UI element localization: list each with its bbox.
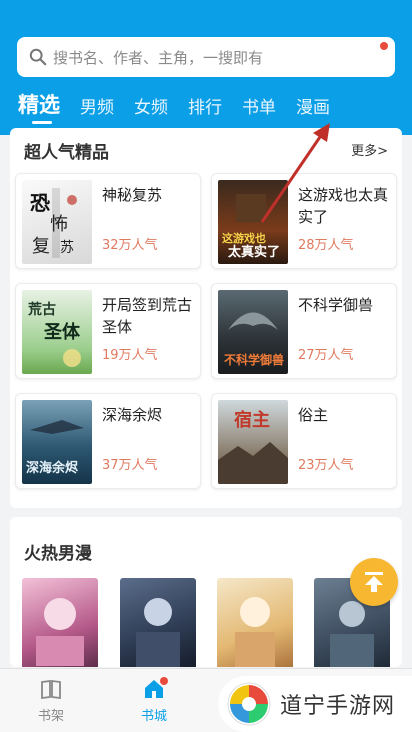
book-popularity: 37万人气 (102, 458, 158, 473)
book-cover: 宿主 (218, 400, 288, 484)
book-popularity: 32万人气 (102, 238, 158, 253)
book-icon (41, 679, 61, 700)
svg-text:宿主: 宿主 (234, 409, 270, 431)
svg-text:恐: 恐 (30, 191, 50, 215)
book-title: 深海余烬 (102, 406, 163, 424)
notification-dot (380, 42, 388, 50)
book-title: 俗主 (298, 406, 329, 424)
book-cover: 这游戏也 太真实了 (218, 180, 288, 264)
nav-label: 书架 (37, 709, 64, 724)
tab-featured[interactable]: 精选 (18, 92, 60, 124)
book-popularity: 28万人气 (298, 238, 354, 253)
svg-text:苏: 苏 (60, 240, 74, 256)
search-placeholder: 搜书名、作者、主角，一搜即有 (53, 48, 264, 67)
nav-label: 书城 (140, 709, 167, 724)
book-title: 这游戏也太真实了 (298, 186, 389, 226)
tab-comics[interactable]: 漫画 (296, 92, 330, 119)
hot-comics-section: 火热男漫 (10, 517, 402, 667)
book-card[interactable]: 不科学御兽 不科学御兽 27万人气 (211, 283, 397, 379)
svg-text:荒古: 荒古 (27, 301, 56, 318)
section-title: 火热男漫 (24, 544, 92, 564)
category-tabs: 精选 男频 女频 排行 书单 漫画 (18, 92, 350, 132)
book-card[interactable]: 这游戏也 太真实了 这游戏也太真实了 28万人气 (211, 173, 397, 269)
book-popularity: 19万人气 (102, 348, 158, 363)
watermark: 道宁手游网 (218, 676, 412, 732)
tab-ranking[interactable]: 排行 (188, 92, 222, 119)
svg-text:复: 复 (32, 236, 50, 257)
svg-text:深海余烬: 深海余烬 (26, 460, 79, 476)
book-card[interactable]: 荒古 圣体 开局签到荒古圣体 19万人气 (15, 283, 201, 379)
search-icon (29, 48, 47, 66)
svg-text:圣体: 圣体 (43, 321, 81, 343)
book-popularity: 27万人气 (298, 348, 354, 363)
svg-text:这游戏也: 这游戏也 (222, 231, 266, 245)
book-card[interactable]: 深海余烬 深海余烬 37万人气 (15, 393, 201, 489)
comic-thumbnail[interactable] (217, 578, 293, 667)
tab-booklist[interactable]: 书单 (242, 92, 276, 119)
more-link[interactable]: 更多> (351, 140, 388, 159)
comic-thumbnail[interactable] (22, 578, 98, 667)
svg-text:太真实了: 太真实了 (227, 244, 280, 260)
book-cover: 不科学御兽 (218, 290, 288, 374)
tab-female[interactable]: 女频 (134, 92, 168, 119)
nav-bookshelf[interactable]: 书架 (21, 677, 81, 724)
arrow-up-icon (365, 572, 383, 592)
watermark-logo (227, 682, 271, 726)
section-title: 超人气精品 (24, 143, 109, 163)
search-bar[interactable]: 搜书名、作者、主角，一搜即有 (17, 37, 395, 77)
book-card[interactable]: 恐 怖 复 苏 神秘复苏 32万人气 (15, 173, 201, 269)
tab-male[interactable]: 男频 (80, 92, 114, 119)
book-cover: 荒古 圣体 (22, 290, 92, 374)
top-header: 搜书名、作者、主角，一搜即有 精选 男频 女频 排行 书单 漫画 (0, 0, 412, 135)
featured-section: 超人气精品 更多> 恐 怖 复 苏 神秘复苏 32万人气 这游戏也 太真实了 这… (10, 128, 402, 508)
book-title: 不科学御兽 (298, 296, 374, 314)
svg-text:不科学御兽: 不科学御兽 (224, 352, 284, 367)
back-to-top-button[interactable] (350, 558, 398, 606)
book-popularity: 23万人气 (298, 458, 354, 473)
book-title: 开局签到荒古圣体 (102, 296, 193, 336)
comic-thumbnail[interactable] (120, 578, 196, 667)
book-cover: 恐 怖 复 苏 (22, 180, 92, 264)
watermark-text: 道宁手游网 (280, 694, 396, 719)
book-card[interactable]: 宿主 俗主 23万人气 (211, 393, 397, 489)
notification-dot (160, 677, 168, 685)
nav-bookstore[interactable]: 书城 (124, 677, 184, 724)
svg-text:怖: 怖 (50, 214, 68, 235)
book-title: 神秘复苏 (102, 186, 163, 204)
book-cover: 深海余烬 (22, 400, 92, 484)
